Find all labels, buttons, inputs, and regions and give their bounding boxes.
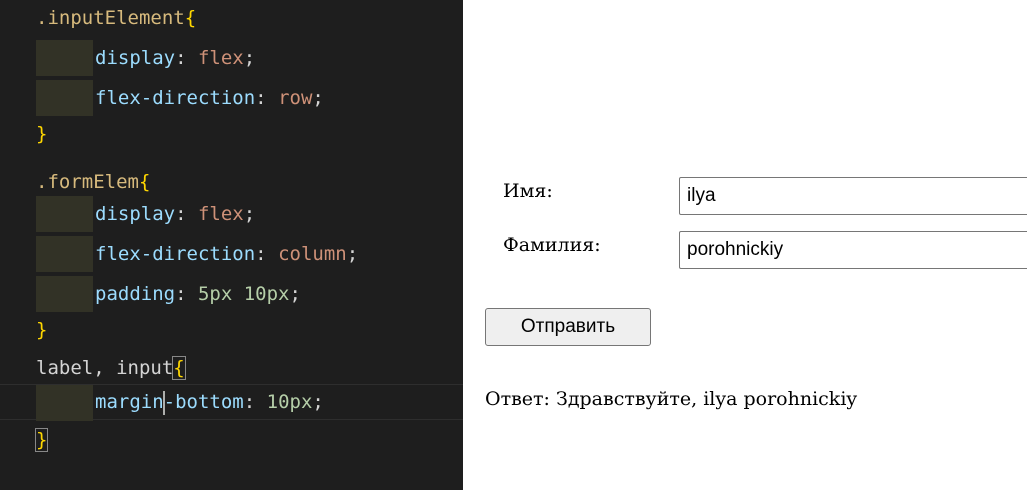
css-selector: .formElem — [36, 171, 139, 193]
close-brace: } — [36, 319, 48, 341]
css-value: column — [278, 243, 347, 265]
surname-input[interactable] — [679, 231, 1027, 269]
name-label: Имя: — [503, 180, 553, 202]
semicolon: ; — [312, 391, 324, 413]
indent-guide — [36, 196, 93, 232]
css-property: flex-direction — [95, 87, 256, 109]
open-brace: { — [184, 7, 197, 29]
semicolon: ; — [312, 87, 324, 109]
css-property: margin — [95, 391, 164, 413]
colon: : — [175, 47, 187, 69]
css-property: flex-direction — [95, 243, 256, 265]
css-property: display — [95, 47, 176, 69]
colon: : — [255, 87, 267, 109]
indent-guide — [36, 80, 93, 116]
semicolon: ; — [289, 283, 301, 305]
code-line: label, input{ — [0, 350, 463, 386]
surname-label: Фамилия: — [503, 234, 601, 256]
open-brace: { — [172, 356, 186, 380]
semicolon: ; — [346, 243, 359, 265]
code-line: } — [0, 312, 463, 348]
code-line: } — [0, 422, 463, 458]
code-line: display: flex; — [0, 196, 463, 232]
code-editor[interactable]: .inputElement{ display: flex; flex-direc… — [0, 0, 463, 490]
indent-guide — [36, 236, 93, 272]
css-value: flex — [197, 203, 244, 225]
code-line: flex-direction: row; — [0, 80, 463, 116]
semicolon: ; — [243, 47, 256, 69]
css-selector: .inputElement — [36, 7, 185, 29]
colon: : — [175, 283, 187, 305]
colon: : — [175, 203, 187, 225]
close-brace: } — [34, 428, 49, 452]
answer-text: Ответ: Здравствуйте, ilya porohnickiy — [485, 388, 858, 410]
css-property: -bottom — [163, 391, 244, 413]
semicolon: ; — [243, 203, 256, 225]
css-property: padding — [95, 283, 176, 305]
code-line: .formElem{ — [0, 164, 463, 200]
code-line: flex-direction: column; — [0, 236, 463, 272]
code-line: padding: 5px 10px; — [0, 276, 463, 312]
colon: : — [255, 243, 267, 265]
code-line: display: flex; — [0, 40, 463, 76]
close-brace: } — [36, 123, 48, 145]
submit-button[interactable]: Отправить — [485, 308, 651, 346]
indent-guide — [36, 40, 93, 76]
indent-guide — [36, 276, 93, 312]
code-line: .inputElement{ — [0, 0, 463, 36]
code-line: } — [0, 116, 463, 152]
css-selector: label, input — [36, 357, 174, 379]
css-value: 10px — [266, 391, 313, 413]
indent-guide — [36, 385, 93, 421]
colon: : — [243, 391, 256, 413]
css-value: row — [278, 87, 313, 109]
css-property: display — [95, 203, 176, 225]
name-input[interactable] — [679, 177, 1027, 215]
css-value: flex — [197, 47, 244, 69]
open-brace: { — [138, 171, 151, 193]
css-value: 5px 10px — [197, 283, 290, 305]
code-line-active: margin-bottom: 10px; — [0, 384, 463, 421]
form-preview: Имя: Фамилия: Отправить Ответ: Здравству… — [463, 0, 1027, 490]
